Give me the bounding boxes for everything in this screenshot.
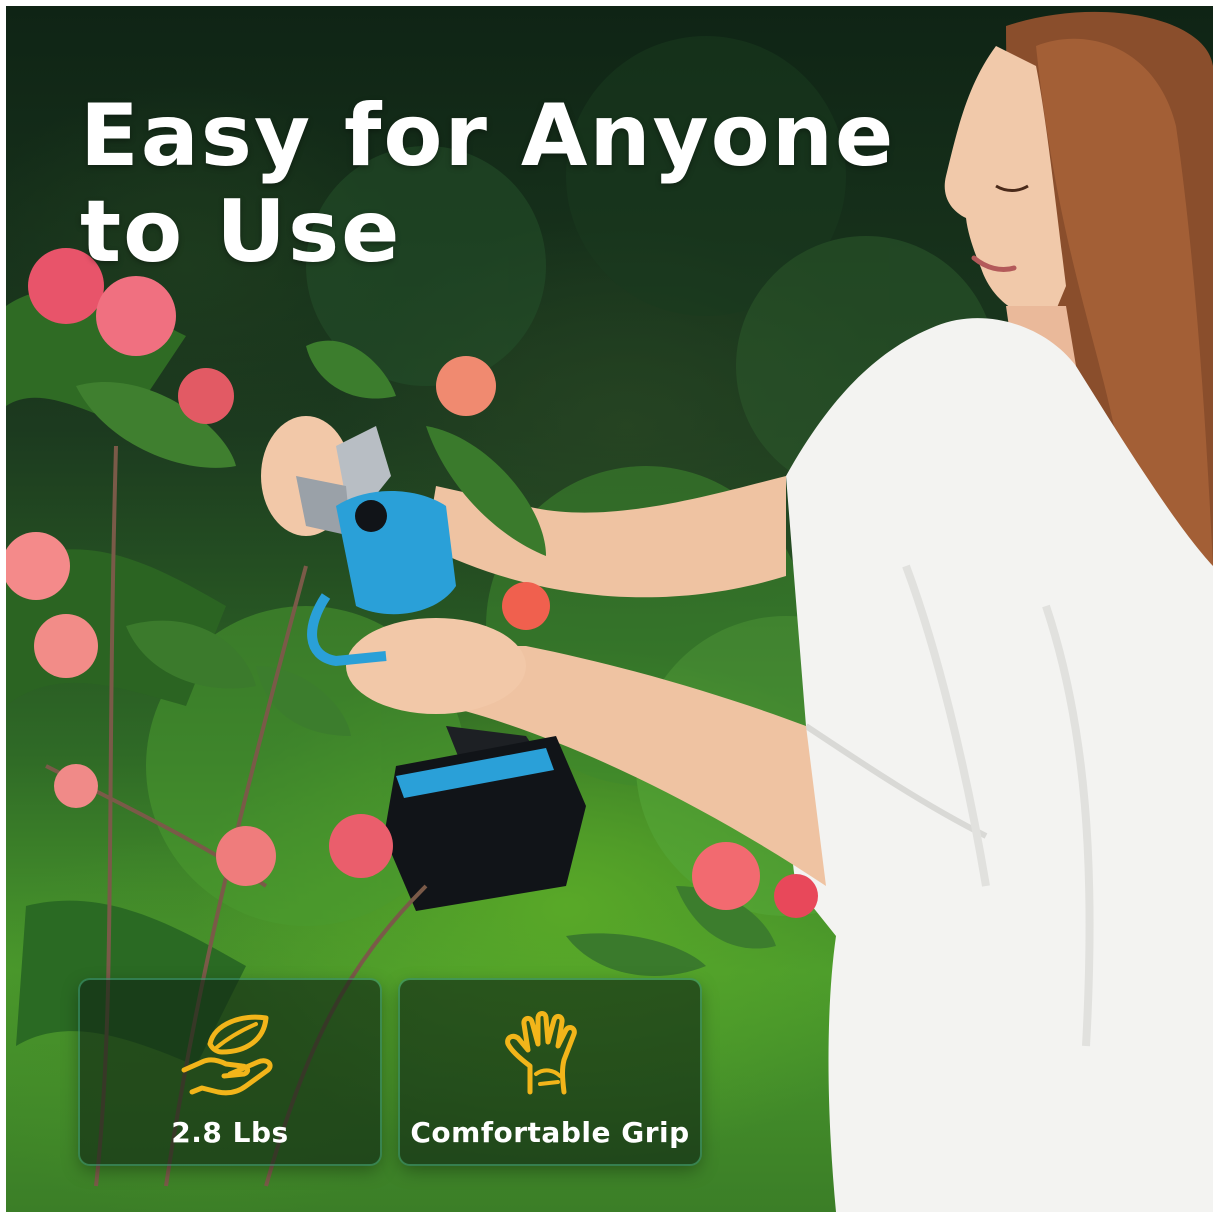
hero-image: Easy for Anyone to Use 2.8 Lbs Comfortab… (6, 6, 1213, 1212)
headline-line-2: to Use (80, 182, 402, 282)
weight-label: 2.8 Lbs (171, 1116, 289, 1149)
leaf-in-hand-icon (181, 1014, 273, 1096)
headline-line-1: Easy for Anyone (80, 86, 896, 186)
feature-badge-weight: 2.8 Lbs (80, 980, 380, 1164)
page-title: Easy for Anyone to Use (80, 88, 895, 280)
glove-icon (505, 1011, 577, 1095)
feature-badge-grip: Comfortable Grip (400, 980, 700, 1164)
grip-label: Comfortable Grip (410, 1116, 690, 1149)
